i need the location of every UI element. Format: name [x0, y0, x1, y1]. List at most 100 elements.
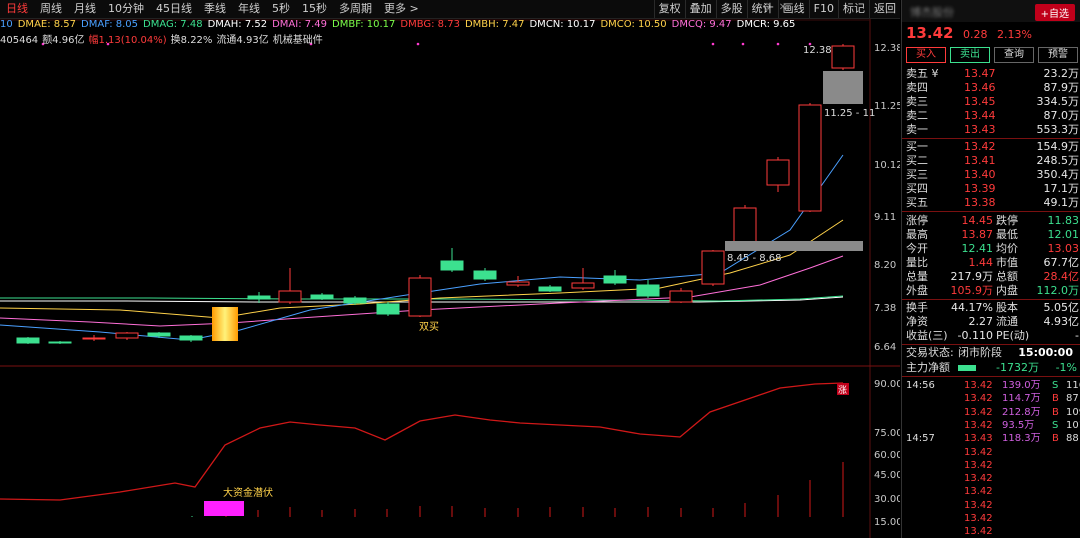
ask-volume: 23.2万	[1043, 67, 1080, 80]
stat-value-a: 14.45	[961, 214, 994, 227]
stat-value-a: 105.9万	[950, 284, 994, 297]
tick-row-3: 13.42 93.5万 S 101	[906, 419, 1080, 432]
tab-8[interactable]: 15秒	[296, 0, 333, 18]
status-value: 闭市阶段	[958, 346, 1002, 359]
stat-label-b: 最低	[996, 228, 1018, 241]
bid-label: 买三	[906, 168, 928, 181]
ask-row-4[interactable]: 卖一 13.43 553.3万	[906, 123, 1080, 137]
stat-value-a: 12.41	[961, 242, 994, 255]
stat-value-b: 5.05亿	[1043, 301, 1080, 314]
ask-row-1[interactable]: 卖四 13.46 87.9万	[906, 81, 1080, 95]
stat-label-a: 净资	[906, 315, 928, 328]
osc-tick-5: 15.00	[874, 517, 900, 528]
tab-5[interactable]: 季线	[198, 0, 232, 18]
tick-price: 13.42	[964, 473, 993, 485]
alert-button[interactable]: 预警	[1038, 47, 1078, 63]
bid-label: 买四	[906, 182, 928, 195]
tab-4[interactable]: 45日线	[150, 0, 198, 18]
ask-label: 卖一	[906, 123, 928, 136]
tab-10[interactable]: 更多 >	[378, 0, 425, 18]
stat-label-a: 涨停	[906, 214, 928, 227]
candle-body-24	[831, 45, 855, 69]
stat-value-a: 13.87	[961, 228, 994, 241]
add-watchlist-button[interactable]: +自选	[1034, 4, 1075, 21]
osc-line	[0, 382, 844, 501]
bid-row-2[interactable]: 买三 13.40 350.4万	[906, 168, 1080, 182]
ask-volume: 87.9万	[1043, 81, 1080, 94]
buy-button[interactable]: 买入	[906, 47, 946, 63]
stat-label-b: 总额	[996, 270, 1018, 283]
tool-4[interactable]: 画线	[777, 0, 809, 18]
osc-tick-0: 90.00	[874, 379, 900, 390]
tab-9[interactable]: 多周期	[333, 0, 378, 18]
bid-price: 13.38	[964, 196, 996, 209]
bid-volume: 154.9万	[1036, 140, 1080, 153]
ask-price: 13.45	[964, 95, 996, 108]
tick-price: 13.42	[964, 459, 993, 471]
chart-tools: 复权 叠加 多股 统计 画线 F10 标记 返回	[653, 0, 900, 18]
stat-value-b: -	[1075, 329, 1079, 342]
tool-1[interactable]: 叠加	[684, 0, 716, 18]
price-row: 13.42 0.28 2.13%	[906, 24, 1032, 42]
main-net-pct: -1%	[1055, 361, 1077, 374]
status-time: 15:00:00	[1018, 346, 1073, 359]
bid-label: 买二	[906, 154, 928, 167]
ma-value-9: DMCN: 10.17	[529, 19, 596, 30]
ma-value-6: DMBF: 10.17	[332, 19, 396, 30]
panel-header: 博杰股份 +自选	[902, 0, 1080, 22]
query-button[interactable]: 查询	[994, 47, 1034, 63]
candle-body-2	[82, 337, 106, 340]
ask-row-2[interactable]: 卖三 13.45 334.5万	[906, 95, 1080, 109]
candle-body-4	[147, 332, 171, 337]
tab-3[interactable]: 10分钟	[102, 0, 150, 18]
tick-price: 13.42	[964, 380, 993, 391]
ask-row-0[interactable]: 卖五 ¥ 13.47 23.2万	[906, 67, 1080, 81]
ma-value-10: DMCO: 10.50	[600, 19, 667, 30]
bid-label: 买一	[906, 140, 928, 153]
stat-value-a: -0.110	[957, 329, 993, 342]
tick-time: 14:57	[906, 433, 935, 445]
bid-volume: 17.1万	[1043, 182, 1080, 195]
signal-label: 双买	[419, 321, 439, 333]
ask-label: 卖五 ¥	[906, 67, 939, 80]
tick-row-10: 13.42	[906, 512, 1080, 525]
tab-0[interactable]: 日线	[0, 0, 34, 18]
bid-row-1[interactable]: 买二 13.41 248.5万	[906, 154, 1080, 168]
tool-3[interactable]: 统计	[746, 0, 778, 18]
tool-7[interactable]: 返回	[869, 0, 900, 18]
tab-6[interactable]: 年线	[232, 0, 266, 18]
resistance-box	[823, 71, 863, 104]
bid-price: 13.40	[964, 168, 996, 181]
candle-body-10	[376, 303, 400, 315]
stats-divider	[902, 211, 1080, 212]
bid-row-3[interactable]: 买四 13.39 17.1万	[906, 182, 1080, 196]
tool-2[interactable]: 多股	[715, 0, 747, 18]
tab-1[interactable]: 周线	[34, 0, 68, 18]
stat-value-b: 4.93亿	[1043, 315, 1080, 328]
ma-value-12: DMCR: 9.65	[736, 19, 796, 30]
kline-chart[interactable]: 12.38 11.25 10.12 9.11 8.20 7.38 6.64 90.00 75.0…	[0, 0, 900, 538]
tab-7[interactable]: 5秒	[266, 0, 296, 18]
ask-price: 13.47	[964, 67, 996, 80]
info-value-5: 机械基础件	[272, 35, 323, 46]
tool-0[interactable]: 复权	[653, 0, 685, 18]
book-divider	[902, 138, 1080, 139]
tick-row-2: 13.42 212.8万 B 109	[906, 406, 1080, 419]
tick-time: 14:56	[906, 380, 935, 391]
bid-price: 13.39	[964, 182, 996, 195]
stat-value-b: 28.4亿	[1043, 270, 1080, 283]
high-label: 12.38	[803, 45, 832, 56]
stock-name: 博杰股份	[910, 6, 954, 19]
tab-2[interactable]: 月线	[68, 0, 102, 18]
tool-6[interactable]: 标记	[838, 0, 869, 18]
ask-label: 卖三	[906, 95, 928, 108]
candle-body-7	[278, 290, 302, 303]
sell-button[interactable]: 卖出	[950, 47, 990, 63]
bid-row-0[interactable]: 买一 13.42 154.9万	[906, 140, 1080, 154]
tool-5[interactable]: F10	[808, 0, 838, 18]
bid-row-4[interactable]: 买五 13.38 49.1万	[906, 196, 1080, 210]
ask-row-3[interactable]: 卖二 13.44 87.0万	[906, 109, 1080, 123]
tick-volume: 114.7万	[1002, 393, 1041, 405]
tick-count: 87	[1066, 393, 1079, 405]
info-value-3: 换8.22%	[170, 35, 213, 46]
